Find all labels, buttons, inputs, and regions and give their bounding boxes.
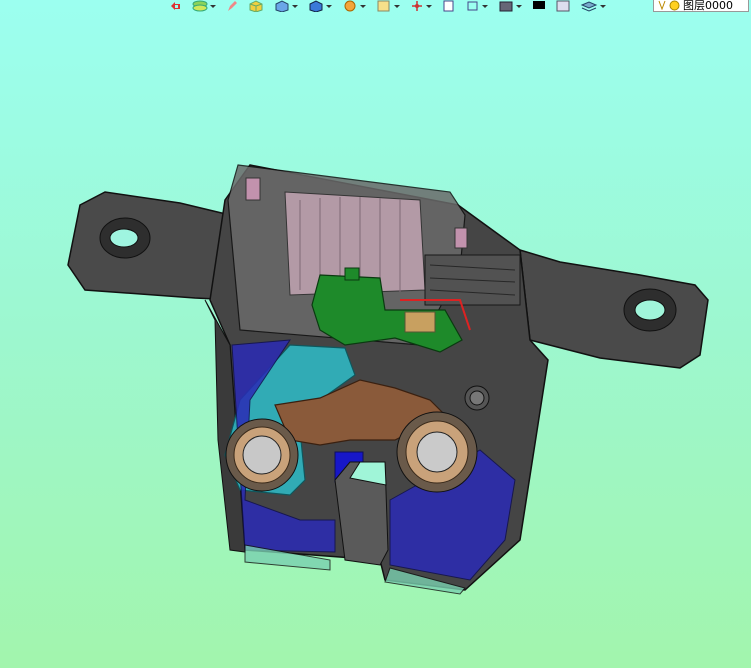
layer-name: 图层0000 [683,0,733,12]
right-flange [519,248,709,369]
move-button[interactable] [410,0,432,12]
undo-icon [171,2,180,10]
white-color-icon [556,0,570,12]
solid-button[interactable] [248,0,264,12]
stack-icon [499,1,513,12]
bulb-icon [658,0,666,10]
layer-stack-button[interactable] [580,0,606,12]
render-button[interactable] [342,0,366,12]
black-color-icon [533,1,545,9]
cube-view-icon [309,0,323,12]
color-white-button[interactable] [556,0,570,12]
doc-icon [443,0,454,12]
3d-viewport[interactable] [0,12,751,668]
doc-button[interactable] [442,0,456,12]
frame-icon [467,1,478,11]
right-bushing [396,411,478,493]
frame-button[interactable] [466,0,488,12]
cube-blue-icon [275,0,289,12]
move-icon [412,1,422,11]
layers-button[interactable] [192,0,216,12]
rivet [464,385,490,411]
layer-selector[interactable]: 图层0000 [653,0,749,12]
stack-button[interactable] [498,0,522,12]
cube-yellow-icon [249,0,263,12]
layers-icon [192,0,208,12]
color-black-button[interactable] [532,0,546,12]
latch-model [67,164,709,595]
view-button[interactable] [308,0,332,12]
sheet-button[interactable] [376,0,400,12]
sketch-button[interactable] [226,0,238,12]
layer-sun-icon [669,0,680,10]
undo-button[interactable] [168,0,182,12]
sheet-icon [377,0,390,12]
sphere-icon [344,0,356,12]
layer-stack-icon [580,1,598,12]
pencil-icon [228,1,237,11]
solid-blue-button[interactable] [274,0,298,12]
left-bushing [225,418,299,492]
